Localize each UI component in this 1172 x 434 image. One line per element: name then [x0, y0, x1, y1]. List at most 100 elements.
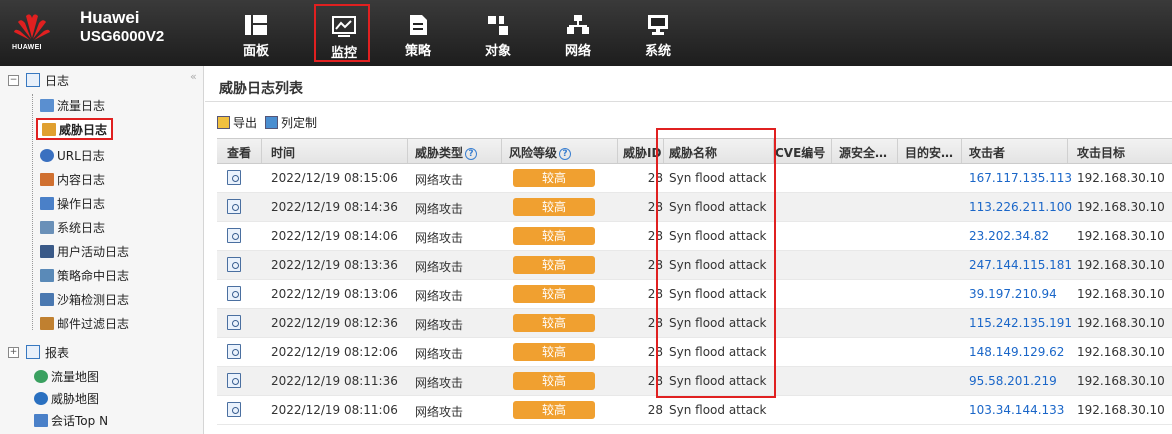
- table-row[interactable]: 2022/12/19 08:12:36 网络攻击 较高 28 Syn flood att…: [217, 309, 1172, 338]
- cell-attacker-link[interactable]: 148.149.129.62: [969, 345, 1064, 359]
- tree-label: 威胁日志: [59, 122, 108, 137]
- top-header: HUAWEI Huawei USG6000V2 面板 监控 策略 对象 网络 系…: [0, 0, 1172, 66]
- sidebar: « − 日志 流量日志 威胁日志 URL日志 内容日志 操作日志 系统日志 用户…: [0, 66, 204, 434]
- cell-attacker-link[interactable]: 247.144.115.181: [969, 258, 1072, 272]
- col-risk-level[interactable]: 风险等级?: [509, 144, 572, 161]
- col-divider: [407, 139, 408, 163]
- view-details-icon[interactable]: [227, 228, 241, 243]
- sandbox-log-icon: [40, 292, 54, 306]
- table-row[interactable]: 2022/12/19 08:14:06 网络攻击 较高 28 Syn flood att…: [217, 222, 1172, 251]
- columns-icon: [265, 115, 279, 129]
- tree-node-report[interactable]: + 报表: [8, 342, 69, 362]
- cell-threat-name: Syn flood attack: [669, 171, 767, 185]
- table-row[interactable]: 2022/12/19 08:15:06 网络攻击 较高 28 Syn flood att…: [217, 164, 1172, 193]
- col-threat-name[interactable]: 威胁名称: [669, 144, 717, 161]
- cell-threat-type: 网络攻击: [415, 318, 464, 332]
- tree-label: 内容日志: [57, 172, 106, 187]
- nav-label: 网络: [564, 44, 591, 59]
- col-threat-type[interactable]: 威胁类型?: [415, 144, 478, 161]
- cell-threat-type: 网络攻击: [415, 202, 464, 216]
- cell-threat-id: 28: [647, 403, 663, 417]
- view-details-icon[interactable]: [227, 199, 241, 214]
- cell-threat-name: Syn flood attack: [669, 345, 767, 359]
- toolbar: 导出 列定制: [217, 112, 317, 132]
- table-row[interactable]: 2022/12/19 08:13:36 网络攻击 较高 28 Syn flood att…: [217, 251, 1172, 280]
- view-details-icon[interactable]: [227, 344, 241, 359]
- sidebar-item-traffic-map[interactable]: 流量地图: [34, 366, 99, 386]
- nav-monitor[interactable]: 监控: [314, 4, 370, 62]
- cell-attacker-link[interactable]: 115.242.135.191: [969, 316, 1072, 330]
- col-divider: [617, 139, 618, 163]
- logo-text: HUAWEI: [12, 44, 42, 51]
- sidebar-item-operation-log[interactable]: 操作日志: [40, 192, 105, 214]
- table-row[interactable]: 2022/12/19 08:13:06 网络攻击 较高 28 Syn flood att…: [217, 280, 1172, 309]
- expand-toggle-icon[interactable]: +: [8, 346, 19, 358]
- col-src-zone[interactable]: 源安全…: [839, 144, 887, 161]
- col-time[interactable]: 时间: [271, 144, 295, 161]
- view-details-icon[interactable]: [227, 315, 241, 330]
- export-button[interactable]: 导出: [217, 114, 257, 131]
- view-details-icon[interactable]: [227, 402, 241, 417]
- col-attacker[interactable]: 攻击者: [969, 144, 1005, 161]
- sidebar-item-threat-map[interactable]: 威胁地图: [34, 388, 99, 408]
- customize-columns-button[interactable]: 列定制: [265, 114, 317, 131]
- table-row[interactable]: 2022/12/19 08:11:06 网络攻击 较高 28 Syn flood att…: [217, 396, 1172, 425]
- threat-log-icon: [42, 122, 56, 136]
- url-log-icon: [40, 148, 54, 162]
- cell-time: 2022/12/19 08:13:06: [271, 287, 398, 301]
- cell-attacker-link[interactable]: 167.117.135.113: [969, 171, 1072, 185]
- view-details-icon[interactable]: [227, 373, 241, 388]
- cell-target: 192.168.30.10: [1077, 403, 1165, 417]
- tree-label: 策略命中日志: [57, 268, 130, 283]
- collapse-toggle-icon[interactable]: −: [8, 74, 19, 86]
- sidebar-item-mail-filter-log[interactable]: 邮件过滤日志: [40, 312, 129, 334]
- content-log-icon: [40, 172, 54, 186]
- sidebar-item-traffic-log[interactable]: 流量日志: [40, 94, 105, 116]
- nav-policy[interactable]: 策略: [390, 4, 446, 62]
- col-view[interactable]: 查看: [227, 144, 251, 161]
- col-target[interactable]: 攻击目标: [1077, 144, 1125, 161]
- nav-dashboard[interactable]: 面板: [228, 4, 284, 62]
- sidebar-item-url-log[interactable]: URL日志: [40, 144, 105, 166]
- cell-attacker-link[interactable]: 113.226.211.100: [969, 200, 1072, 214]
- cell-attacker-link[interactable]: 23.202.34.82: [969, 229, 1049, 243]
- log-folder-icon: [26, 73, 40, 87]
- panel-title-bar: 威胁日志列表: [205, 74, 1172, 102]
- sidebar-item-threat-log[interactable]: 威胁日志: [36, 118, 114, 140]
- monitor-icon: [332, 16, 356, 37]
- sidebar-item-user-activity-log[interactable]: 用户活动日志: [40, 240, 129, 262]
- user-activity-log-icon: [40, 244, 54, 258]
- nav-label: 监控: [330, 46, 357, 61]
- col-threat-id[interactable]: 威胁ID: [623, 144, 661, 161]
- col-cve[interactable]: CVE编号: [775, 144, 827, 161]
- risk-badge: 较高: [513, 198, 595, 216]
- help-icon[interactable]: ?: [465, 147, 478, 160]
- cell-target: 192.168.30.10: [1077, 229, 1165, 243]
- view-details-icon[interactable]: [227, 170, 241, 185]
- cell-attacker-link[interactable]: 95.58.201.219: [969, 374, 1057, 388]
- sidebar-item-sandbox-log[interactable]: 沙箱检测日志: [40, 288, 129, 310]
- sidebar-item-content-log[interactable]: 内容日志: [40, 168, 105, 190]
- tree-node-log[interactable]: − 日志: [8, 70, 69, 90]
- table-row[interactable]: 2022/12/19 08:11:36 网络攻击 较高 28 Syn flood att…: [217, 367, 1172, 396]
- cell-target: 192.168.30.10: [1077, 374, 1165, 388]
- table-row[interactable]: 2022/12/19 08:12:06 网络攻击 较高 28 Syn flood att…: [217, 338, 1172, 367]
- nav-network[interactable]: 网络: [550, 4, 606, 62]
- col-divider: [1067, 139, 1068, 163]
- collapse-icon[interactable]: «: [190, 70, 197, 83]
- col-dst-zone[interactable]: 目的安…: [905, 144, 953, 161]
- table-row[interactable]: 2022/12/19 08:14:36 网络攻击 较高 28 Syn flood att…: [217, 193, 1172, 222]
- cell-attacker-link[interactable]: 103.34.144.133: [969, 403, 1064, 417]
- help-icon[interactable]: ?: [559, 147, 572, 160]
- sidebar-item-policy-hit-log[interactable]: 策略命中日志: [40, 264, 129, 286]
- cell-time: 2022/12/19 08:15:06: [271, 171, 398, 185]
- view-details-icon[interactable]: [227, 286, 241, 301]
- cell-attacker-link[interactable]: 39.197.210.94: [969, 287, 1057, 301]
- sidebar-item-system-log[interactable]: 系统日志: [40, 216, 105, 238]
- nav-system[interactable]: 系统: [630, 4, 686, 62]
- sidebar-item-session-top-n[interactable]: 会话Top N: [34, 410, 108, 430]
- view-details-icon[interactable]: [227, 257, 241, 272]
- cell-threat-id: 28: [647, 258, 663, 272]
- nav-object[interactable]: 对象: [470, 4, 526, 62]
- table-body: 2022/12/19 08:15:06 网络攻击 较高 28 Syn flood att…: [217, 164, 1172, 425]
